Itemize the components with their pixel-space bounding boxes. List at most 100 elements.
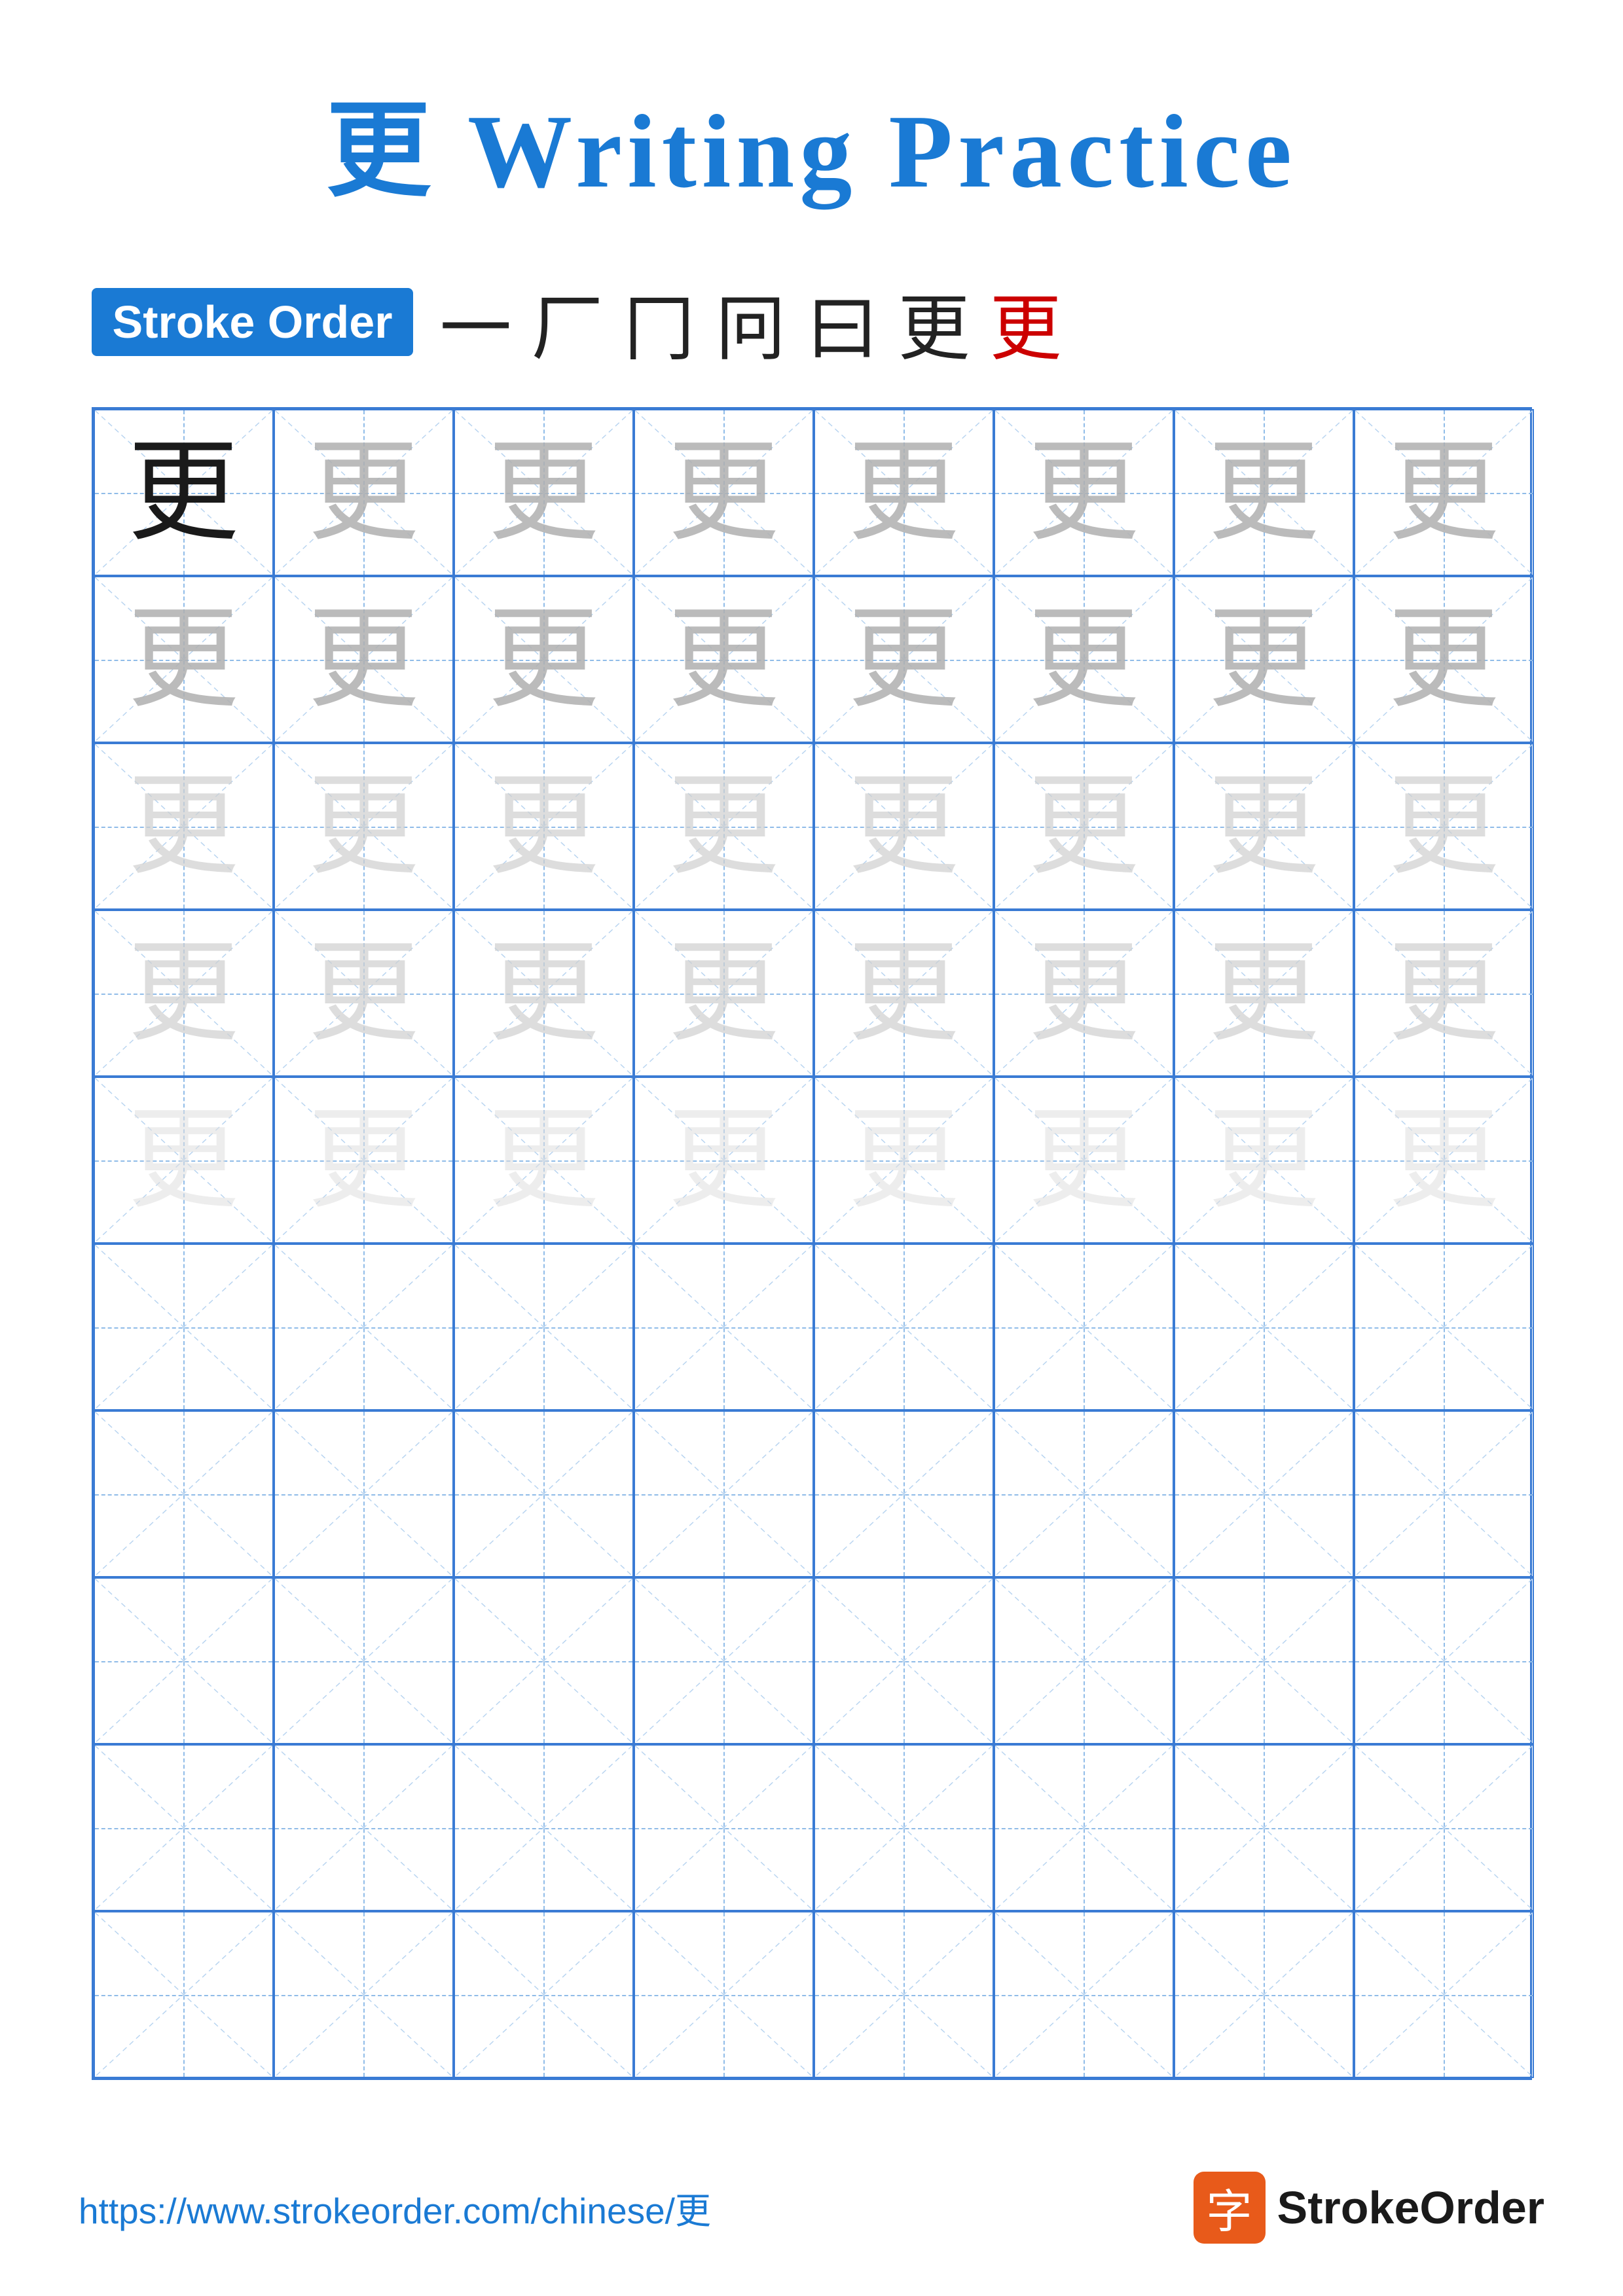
grid-cell[interactable] [634,1410,814,1577]
grid-cell[interactable] [94,1577,274,1744]
char-display: 更 [1208,437,1319,548]
grid-cell[interactable]: 更 [1174,1077,1354,1244]
grid-cell[interactable]: 更 [94,910,274,1077]
grid-cell[interactable] [1354,1244,1534,1410]
grid-cell[interactable] [274,1911,454,2078]
char-display: 更 [128,437,239,548]
grid-cell[interactable]: 更 [994,576,1174,743]
grid-cell[interactable] [454,1410,634,1577]
char-display: 更 [1388,771,1499,882]
char-display: 更 [488,771,599,882]
char-display: 更 [1028,1105,1139,1216]
grid-cell[interactable] [994,1744,1174,1911]
grid-cell[interactable]: 更 [1174,910,1354,1077]
grid-cell[interactable] [454,1577,634,1744]
grid-cell[interactable]: 更 [454,409,634,576]
grid-cell[interactable] [634,1577,814,1744]
grid-cell[interactable]: 更 [454,743,634,910]
grid-cell[interactable] [94,1244,274,1410]
grid-cell[interactable] [814,1244,994,1410]
grid-cell[interactable]: 更 [94,409,274,576]
grid-cell[interactable]: 更 [634,1077,814,1244]
grid-cell[interactable]: 更 [1354,1077,1534,1244]
char-display: 更 [308,437,419,548]
grid-cell[interactable]: 更 [634,910,814,1077]
grid-cell[interactable]: 更 [1174,409,1354,576]
stroke-char-2: 厂 [531,270,603,374]
grid-cell[interactable] [1174,1911,1354,2078]
grid-cell[interactable] [634,1744,814,1911]
grid-cell[interactable]: 更 [1354,409,1534,576]
grid-cell[interactable]: 更 [634,743,814,910]
char-display: 更 [848,437,959,548]
grid-cell[interactable]: 更 [814,910,994,1077]
grid-cell[interactable]: 更 [1174,576,1354,743]
grid-cell[interactable] [1354,1911,1534,2078]
grid-cell[interactable] [274,1744,454,1911]
stroke-char-7: 更 [989,270,1061,374]
grid-cell[interactable] [1354,1410,1534,1577]
grid-cell[interactable]: 更 [454,910,634,1077]
grid-cell[interactable]: 更 [274,576,454,743]
grid-cell[interactable]: 更 [994,409,1174,576]
grid-cell[interactable] [454,1744,634,1911]
grid-cell[interactable]: 更 [274,743,454,910]
grid-cell[interactable]: 更 [814,743,994,910]
char-display: 更 [1208,938,1319,1049]
grid-cell[interactable] [814,1410,994,1577]
grid-cell[interactable] [1174,1410,1354,1577]
grid-cell[interactable] [1174,1744,1354,1911]
grid-cell[interactable]: 更 [994,743,1174,910]
grid-cell[interactable]: 更 [994,1077,1174,1244]
page: 更 Writing Practice Stroke Order 一 厂 冂 冋 … [0,0,1623,2296]
grid-cell[interactable] [94,1410,274,1577]
char-display: 更 [1208,604,1319,715]
grid-cell[interactable]: 更 [1354,576,1534,743]
grid-cell[interactable]: 更 [814,409,994,576]
grid-cell[interactable] [994,1577,1174,1744]
grid-cell[interactable] [274,1410,454,1577]
grid-cell[interactable] [454,1911,634,2078]
grid-cell[interactable] [1354,1577,1534,1744]
grid-cell[interactable] [814,1744,994,1911]
char-display: 更 [668,437,779,548]
footer-logo: 字 StrokeOrder [1194,2172,1544,2244]
grid-cell[interactable] [994,1410,1174,1577]
grid-cell[interactable] [1174,1244,1354,1410]
footer-url[interactable]: https://www.strokeorder.com/chinese/更 [79,2181,711,2234]
char-display: 更 [1388,938,1499,1049]
grid-cell[interactable]: 更 [634,576,814,743]
grid-cell[interactable]: 更 [994,910,1174,1077]
char-display: 更 [848,938,959,1049]
grid-cell[interactable]: 更 [1354,743,1534,910]
grid-cell[interactable]: 更 [274,1077,454,1244]
grid-cell[interactable]: 更 [94,1077,274,1244]
grid-cell[interactable] [1174,1577,1354,1744]
grid-cell[interactable] [94,1911,274,2078]
grid-cell[interactable]: 更 [454,576,634,743]
grid-cell[interactable]: 更 [94,576,274,743]
grid-cell[interactable]: 更 [634,409,814,576]
grid-cell[interactable]: 更 [814,1077,994,1244]
grid-cell[interactable] [634,1911,814,2078]
grid-cell[interactable]: 更 [274,910,454,1077]
grid-cell[interactable] [994,1244,1174,1410]
grid-cell[interactable]: 更 [814,576,994,743]
stroke-order-badge: Stroke Order [92,288,414,356]
grid-cell[interactable] [814,1911,994,2078]
grid-cell[interactable] [994,1911,1174,2078]
char-display: 更 [128,1105,239,1216]
grid-cell[interactable] [94,1744,274,1911]
grid-cell[interactable] [454,1244,634,1410]
grid-cell[interactable] [274,1577,454,1744]
grid-cell[interactable]: 更 [454,1077,634,1244]
grid-cell[interactable] [274,1244,454,1410]
grid-cell[interactable] [1354,1744,1534,1911]
grid-cell[interactable] [634,1244,814,1410]
char-display: 更 [848,771,959,882]
grid-cell[interactable]: 更 [1354,910,1534,1077]
grid-cell[interactable]: 更 [274,409,454,576]
grid-cell[interactable]: 更 [1174,743,1354,910]
grid-cell[interactable] [814,1577,994,1744]
grid-cell[interactable]: 更 [94,743,274,910]
